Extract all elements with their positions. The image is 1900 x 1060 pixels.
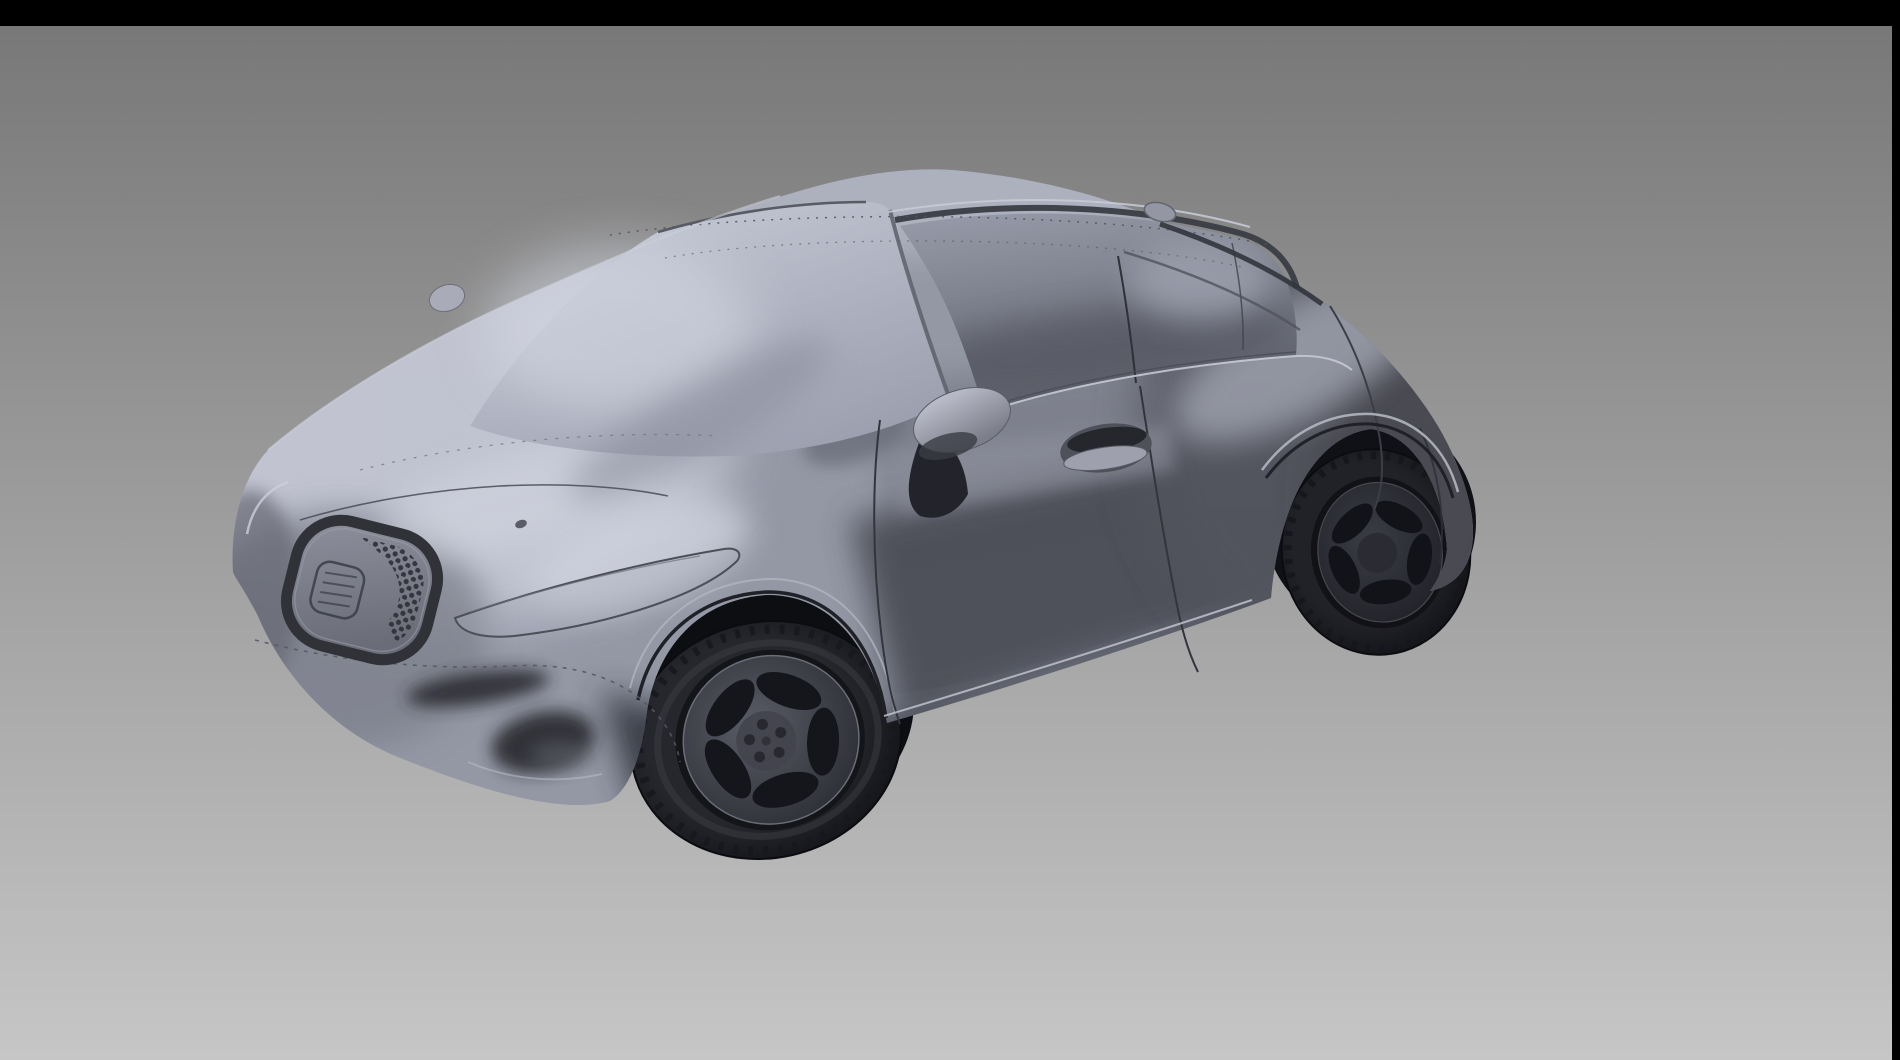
top-letterbox-bar	[0, 0, 1900, 26]
right-letterbox-bar	[1892, 0, 1900, 1060]
viewport-3d[interactable]	[0, 0, 1900, 1060]
application-window	[0, 0, 1900, 1060]
fog-lamp-glow	[530, 741, 590, 769]
